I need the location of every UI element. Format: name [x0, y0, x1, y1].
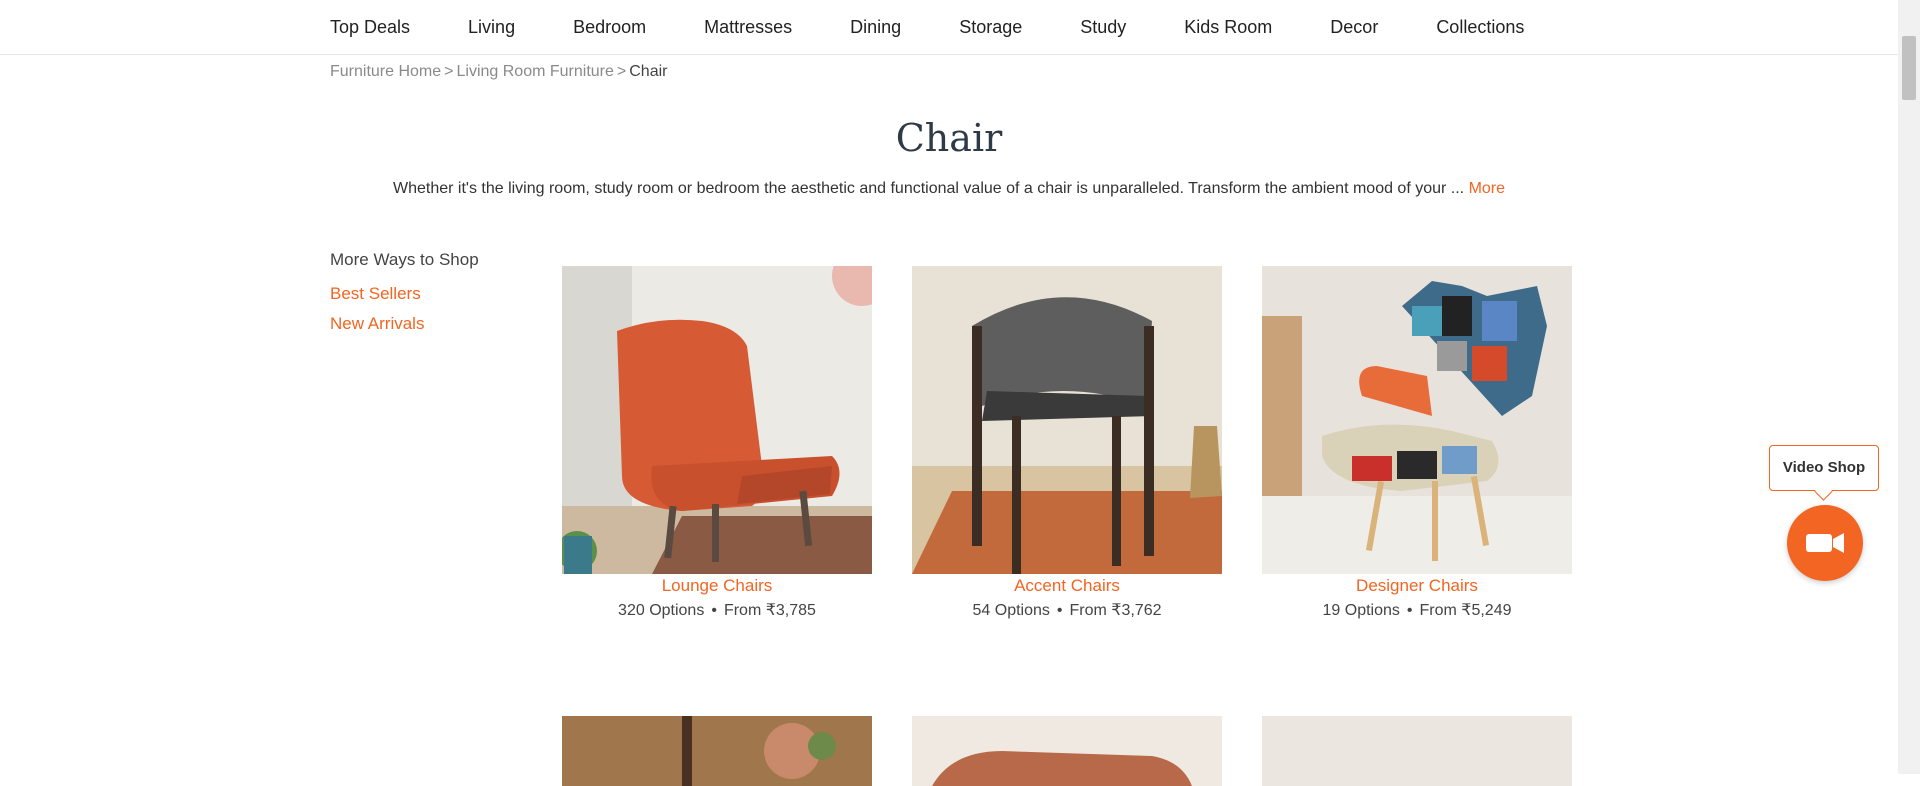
options-count: 320 Options	[618, 602, 705, 619]
category-meta: 19 Options • From ₹5,249	[1262, 600, 1572, 620]
separator-dot: •	[1056, 602, 1063, 619]
nav-item-kids-room[interactable]: Kids Room	[1184, 17, 1272, 38]
nav-item-bedroom[interactable]: Bedroom	[573, 17, 646, 38]
nav-item-collections[interactable]: Collections	[1436, 17, 1524, 38]
nav-menu: Top Deals Living Bedroom Mattresses Dini…	[330, 0, 1582, 54]
nav-item-dining[interactable]: Dining	[850, 17, 901, 38]
price-from: From ₹3,785	[723, 602, 816, 619]
category-name[interactable]: Designer Chairs	[1262, 576, 1572, 596]
separator-dot: •	[1406, 602, 1413, 619]
category-name[interactable]: Lounge Chairs	[562, 576, 872, 596]
accent-chairs-image[interactable]	[912, 266, 1222, 574]
page-title: Chair	[895, 116, 1003, 160]
nav-item-decor[interactable]: Decor	[1330, 17, 1378, 38]
breadcrumb-parent[interactable]: Living Room Furniture	[457, 63, 614, 80]
video-shop-button[interactable]	[1787, 505, 1863, 581]
nav-item-storage[interactable]: Storage	[959, 17, 1022, 38]
breadcrumb-current: Chair	[629, 63, 668, 80]
category-card-row2-3[interactable]	[1262, 716, 1572, 786]
category-card-accent-chairs[interactable]: Accent Chairs 54 Options • From ₹3,762	[912, 266, 1222, 620]
nav-item-top-deals[interactable]: Top Deals	[330, 17, 410, 38]
nav-item-mattresses[interactable]: Mattresses	[704, 17, 792, 38]
price-from: From ₹5,249	[1419, 602, 1512, 619]
top-navigation: Top Deals Living Bedroom Mattresses Dini…	[0, 0, 1898, 55]
designer-chairs-image[interactable]	[1262, 266, 1572, 574]
vertical-scrollbar[interactable]	[1898, 0, 1920, 774]
breadcrumb: Furniture Home > Living Room Furniture > Cha…	[330, 63, 667, 81]
nav-item-study[interactable]: Study	[1080, 17, 1126, 38]
video-camera-icon	[1806, 533, 1844, 553]
category-card-row2-2[interactable]	[912, 716, 1222, 786]
scrollbar-thumb[interactable]	[1902, 36, 1916, 100]
more-link[interactable]: More	[1469, 180, 1505, 197]
category-meta: 320 Options • From ₹3,785	[562, 600, 872, 620]
category-card-lounge-chairs[interactable]: Lounge Chairs 320 Options • From ₹3,785	[562, 266, 872, 620]
more-ways-to-shop: More Ways to Shop Best Sellers New Arriv…	[330, 250, 479, 344]
sidebar-link-best-sellers[interactable]: Best Sellers	[330, 284, 479, 304]
description-text: Whether it's the living room, study room…	[392, 180, 1465, 197]
breadcrumb-separator: >	[616, 63, 627, 80]
options-count: 54 Options	[972, 602, 1050, 619]
category-card-designer-chairs[interactable]: Designer Chairs 19 Options • From ₹5,249	[1262, 266, 1572, 620]
sidebar-title: More Ways to Shop	[330, 250, 479, 269]
lounge-chairs-image[interactable]	[562, 266, 872, 574]
breadcrumb-separator: >	[444, 63, 454, 80]
category-name[interactable]: Accent Chairs	[912, 576, 1222, 596]
category-description: Whether it's the living room, study room…	[0, 180, 1898, 198]
options-count: 19 Options	[1322, 602, 1400, 619]
nav-item-living[interactable]: Living	[468, 17, 515, 38]
breadcrumb-home[interactable]: Furniture Home	[330, 63, 441, 80]
sidebar-link-new-arrivals[interactable]: New Arrivals	[330, 314, 479, 334]
category-meta: 54 Options • From ₹3,762	[912, 600, 1222, 620]
video-shop-tooltip: Video Shop	[1769, 445, 1879, 491]
category-card-row2-1[interactable]	[562, 716, 872, 786]
separator-dot: •	[711, 602, 717, 619]
price-from: From ₹3,762	[1069, 602, 1162, 619]
